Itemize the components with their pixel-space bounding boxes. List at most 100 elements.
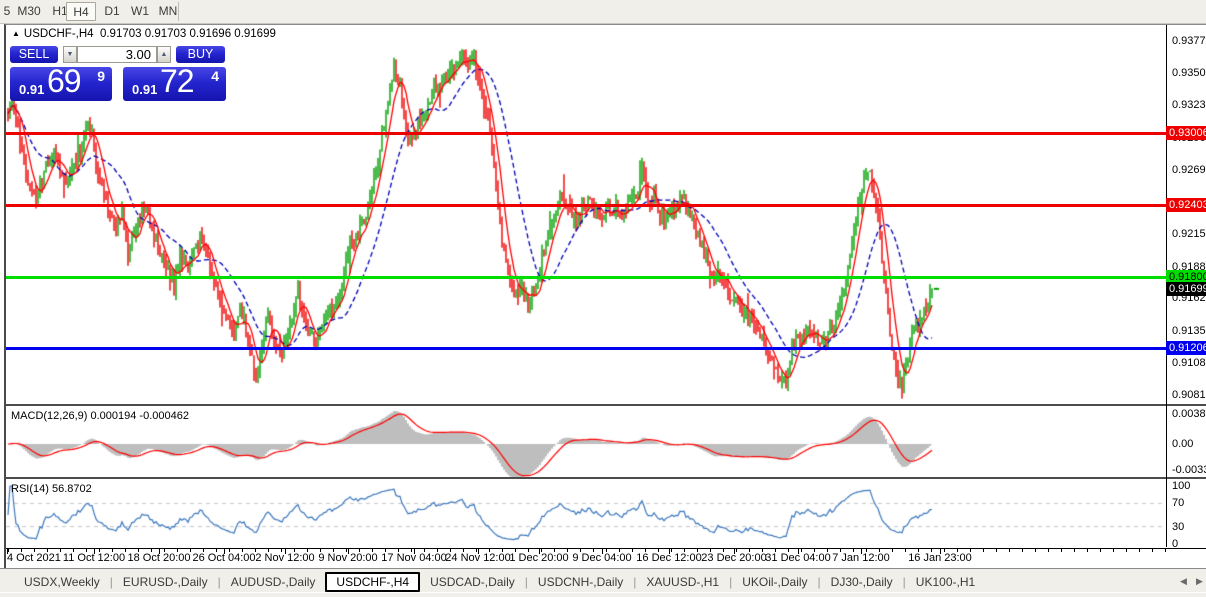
timeframe-button-5[interactable]: 5 [2,2,12,21]
time-axis-minor-tick [1087,549,1088,552]
sell-price-prefix: 0.91 [19,82,44,97]
chart-tab-audusd-daily[interactable]: AUDUSD-,Daily [221,573,326,591]
time-axis-major-tick [602,549,603,554]
pane-splitter[interactable] [6,477,1206,479]
time-axis-major-tick [734,549,735,554]
time-axis-major-tick [285,549,286,554]
lot-size-input[interactable] [77,46,157,63]
ohlc-low: 0.91696 [190,28,232,40]
time-axis-minor-tick [1139,549,1140,552]
sell-price-big: 69 [47,63,81,100]
chart-tab-usdcad-daily[interactable]: USDCAD-,Daily [420,573,525,591]
buy-price-display[interactable]: 0.91 72 4 [123,67,226,101]
buy-price-big: 72 [160,63,194,100]
ohlc-open: 0.91703 [100,28,142,40]
level-price-badge: 0.93006 [1166,126,1206,140]
timeframe-button-m30[interactable]: M30 [14,2,44,21]
price-axis-tick: 0.93775 [1172,35,1206,47]
chart-title: ▲USDCHF-,H4 0.91703 0.91703 0.91696 0.91… [12,28,276,40]
time-axis-major-tick [224,549,225,554]
level-price-badge: 0.91206 [1166,341,1206,355]
chart-tab-bar: USDX,Weekly|EURUSD-,Daily|AUDUSD-,DailyU… [0,568,1206,597]
lot-increase-button[interactable]: ▲ [157,46,171,63]
time-axis-major-tick [348,549,349,554]
collapse-triangle-icon[interactable]: ▲ [12,29,20,38]
chart-tab-eurusd-daily[interactable]: EURUSD-,Daily [113,573,218,591]
mt4-terminal: 5M30H1H4D1W1MN ▲USDCHF-,H4 0.91703 0.917… [0,0,1206,597]
ohlc-high: 0.91703 [145,28,187,40]
time-axis-minor-tick [1009,549,1010,552]
time-axis-minor-tick [1113,549,1114,552]
horizontal-level-line[interactable] [6,132,1166,135]
rsi-axis-tick: 70 [1172,497,1184,509]
chart-tab-xauusd-h1[interactable]: XAUUSD-,H1 [636,573,729,591]
buy-button[interactable]: BUY [176,46,225,63]
time-axis-minor-tick [632,549,633,552]
time-axis-minor-tick [983,549,984,552]
timeframe-toolbar: 5M30H1H4D1W1MN [0,0,1206,24]
sell-price-sup: 9 [97,68,105,84]
time-axis-minor-tick [1126,549,1127,552]
rsi-pane[interactable]: RSI(14) 56.8702 [6,481,1166,547]
tabs-scroll-left-icon[interactable]: ◀ [1180,576,1187,587]
time-axis-minor-tick [1048,549,1049,552]
rsi-chart-canvas[interactable] [6,481,1166,547]
macd-axis-tick: 0.00382 [1172,408,1206,420]
time-axis-major-tick [798,549,799,554]
time-axis-major-tick [94,549,95,554]
sell-button[interactable]: SELL [10,46,58,63]
chart-symbol: USDCHF-,H4 [24,28,94,40]
time-axis-major-tick [940,549,941,554]
macd-axis-tick: -0.0033 [1172,464,1206,476]
time-axis[interactable]: 4 Oct 202111 Oct 12:0018 Oct 20:0026 Oct… [6,548,1206,569]
chart-tabs: USDX,Weekly|EURUSD-,Daily|AUDUSD-,DailyU… [14,571,985,592]
macd-axis-tick: 0.00 [1172,438,1193,450]
time-axis-minor-tick [1100,549,1101,552]
pane-splitter[interactable] [6,404,1206,406]
time-axis-major-tick [539,549,540,554]
time-axis-minor-tick [1035,549,1036,552]
time-axis-minor-tick [1165,549,1166,552]
level-price-badge: 0.92403 [1166,198,1206,212]
price-axis-tick: 0.93235 [1172,99,1206,111]
price-axis-tick: 0.92695 [1172,164,1206,176]
rsi-label: RSI(14) 56.8702 [11,483,92,495]
chart-tab-ukoil-daily[interactable]: UKOil-,Daily [732,573,817,591]
chart-tab-usdcnh-daily[interactable]: USDCNH-,Daily [528,573,633,591]
time-axis-minor-tick [996,549,997,552]
time-axis-major-tick [159,549,160,554]
lot-decrease-button[interactable]: ▼ [63,46,77,63]
timeframe-button-d1[interactable]: D1 [98,2,126,21]
timeframe-button-w1[interactable]: W1 [126,2,154,21]
chart-tab-uk100-h1[interactable]: UK100-,H1 [906,573,985,591]
horizontal-level-line[interactable] [6,276,1166,279]
toolbar-separator [178,2,179,21]
time-axis-major-tick [414,549,415,554]
horizontal-level-line[interactable] [6,347,1166,350]
tabs-scroll-right-icon[interactable]: ▶ [1196,576,1203,587]
macd-label: MACD(12,26,9) 0.000194 -0.000462 [11,410,189,422]
macd-pane[interactable]: MACD(12,26,9) 0.000194 -0.000462 [6,408,1166,477]
chart-tab-usdchf-h4[interactable]: USDCHF-,H4 [325,572,420,592]
status-strip [0,592,1206,597]
price-axis-tick: 0.91350 [1172,325,1206,337]
chart-tab-dj30-daily[interactable]: DJ30-,Daily [821,573,903,591]
buy-price-sup: 4 [211,68,219,84]
rsi-axis-tick: 0 [1172,538,1178,550]
price-axis-tick: 0.93505 [1172,67,1206,79]
timeframe-button-h4[interactable]: H4 [66,2,96,21]
chart-tab-usdx-weekly[interactable]: USDX,Weekly [14,573,110,591]
current-price-badge: 0.91699 [1166,282,1206,296]
price-axis-tick: 0.91080 [1172,357,1206,369]
sell-price-display[interactable]: 0.91 69 9 [10,67,112,101]
time-axis-label: 4 Oct 2021 [7,552,61,564]
time-axis-major-tick [7,549,8,554]
time-axis-major-tick [669,549,670,554]
time-axis-minor-tick [1022,549,1023,552]
price-axis-tick: 0.92155 [1172,228,1206,240]
time-axis-minor-tick [905,549,906,552]
time-axis-minor-tick [125,549,126,552]
rsi-axis-tick: 100 [1172,480,1190,492]
horizontal-level-line[interactable] [6,204,1166,207]
rsi-axis-tick: 30 [1172,521,1184,533]
